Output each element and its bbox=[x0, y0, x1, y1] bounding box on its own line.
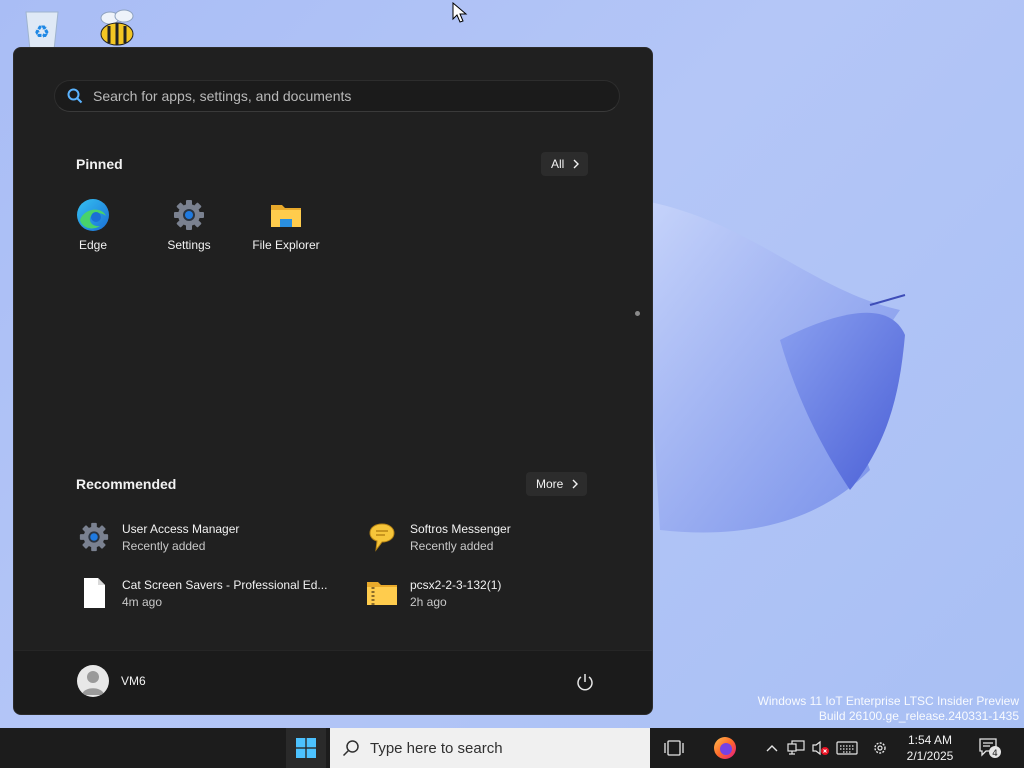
chevron-right-icon bbox=[573, 159, 580, 169]
recommended-item[interactable]: pcsx2-2-3-132(1) 2h ago bbox=[365, 573, 635, 613]
start-button[interactable] bbox=[286, 728, 326, 768]
start-footer: VM6 bbox=[14, 650, 652, 714]
start-search-input[interactable] bbox=[93, 88, 593, 104]
volume-muted-icon bbox=[812, 740, 829, 756]
all-apps-button[interactable]: All bbox=[541, 152, 589, 176]
mouse-cursor-icon bbox=[452, 2, 468, 23]
speech-bubble-icon bbox=[369, 523, 395, 552]
recommended-title: Recommended bbox=[76, 476, 177, 492]
notification-center-button[interactable]: 4 bbox=[976, 728, 1004, 768]
recommended-item-title: pcsx2-2-3-132(1) bbox=[410, 577, 502, 592]
clock-time: 1:54 AM bbox=[907, 733, 953, 747]
network-icon bbox=[787, 740, 805, 755]
recommended-item-title: Cat Screen Savers - Professional Ed... bbox=[122, 577, 328, 592]
task-view-button[interactable] bbox=[660, 728, 688, 768]
windows-watermark: Windows 11 IoT Enterprise LTSC Insider P… bbox=[758, 694, 1019, 724]
recommended-item-subtitle: 4m ago bbox=[122, 594, 163, 609]
watermark-line-1: Windows 11 IoT Enterprise LTSC Insider P… bbox=[757, 694, 1019, 708]
network-status[interactable] bbox=[786, 728, 806, 768]
clock-date: 2/1/2025 bbox=[906, 749, 954, 763]
taskbar-firefox[interactable] bbox=[710, 728, 740, 768]
taskbar-clock[interactable]: 1:54 AM 2/1/2025 bbox=[898, 732, 962, 764]
start-menu: Pinned All Edge bbox=[13, 47, 653, 715]
pinned-app-settings[interactable]: Settings bbox=[141, 198, 237, 262]
touch-keyboard-button[interactable] bbox=[834, 728, 860, 768]
keyboard-icon bbox=[836, 741, 858, 755]
pinned-app-edge[interactable]: Edge bbox=[45, 198, 141, 262]
page-indicator-dot[interactable] bbox=[635, 311, 640, 316]
pinned-app-label: Edge bbox=[78, 238, 108, 252]
edge-icon bbox=[77, 199, 109, 231]
power-icon[interactable] bbox=[576, 673, 594, 691]
more-button[interactable]: More bbox=[526, 472, 588, 496]
settings-gear-icon bbox=[174, 200, 204, 230]
taskbar: Type here to search 1:54 AM 2/1/2025 4 bbox=[0, 728, 1024, 768]
user-account-button[interactable]: VM6 bbox=[77, 665, 146, 697]
chevron-right-icon bbox=[572, 479, 579, 489]
search-icon bbox=[342, 740, 359, 757]
user-icon bbox=[82, 671, 104, 695]
start-search-box[interactable] bbox=[54, 80, 620, 112]
taskbar-search-box[interactable]: Type here to search bbox=[330, 728, 650, 768]
recommended-item-title: Softros Messenger bbox=[410, 521, 511, 536]
pinned-app-file-explorer[interactable]: File Explorer bbox=[238, 198, 334, 262]
document-icon bbox=[84, 578, 105, 608]
recommended-item[interactable]: Cat Screen Savers - Professional Ed... 4… bbox=[77, 573, 347, 613]
recommended-item-subtitle: 2h ago bbox=[410, 594, 447, 609]
volume-status[interactable] bbox=[810, 728, 832, 768]
notification-icon: 4 bbox=[979, 738, 1001, 759]
windows-logo-icon bbox=[296, 738, 316, 758]
recommended-item[interactable]: User Access Manager Recently added bbox=[77, 517, 347, 557]
chevron-up-icon bbox=[766, 745, 778, 752]
pinned-title: Pinned bbox=[76, 156, 123, 172]
recommended-item-title: User Access Manager bbox=[122, 521, 240, 536]
username: VM6 bbox=[121, 674, 146, 688]
firefox-icon bbox=[714, 737, 736, 759]
notification-count: 4 bbox=[992, 749, 998, 759]
all-apps-label: All bbox=[551, 157, 565, 171]
more-label: More bbox=[536, 477, 564, 491]
recommended-item[interactable]: Softros Messenger Recently added bbox=[365, 517, 635, 557]
search-icon bbox=[67, 88, 83, 104]
task-view-icon bbox=[664, 740, 684, 756]
folder-icon bbox=[271, 205, 301, 227]
recommended-item-subtitle: Recently added bbox=[122, 538, 206, 553]
gear-icon bbox=[79, 522, 109, 552]
watermark-line-2: Build 26100.ge_release.240331-1435 bbox=[818, 709, 1019, 723]
settings-tray-button[interactable] bbox=[870, 728, 890, 768]
show-hidden-icons-button[interactable] bbox=[764, 728, 780, 768]
svg-text:♻: ♻ bbox=[34, 22, 50, 43]
pinned-app-label: File Explorer bbox=[252, 238, 320, 252]
gear-icon bbox=[874, 742, 886, 754]
avatar bbox=[77, 665, 109, 697]
recommended-item-subtitle: Recently added bbox=[410, 538, 494, 553]
taskbar-search-placeholder: Type here to search bbox=[370, 739, 503, 757]
zip-folder-icon bbox=[367, 582, 397, 605]
pinned-app-label: Settings bbox=[167, 238, 211, 252]
